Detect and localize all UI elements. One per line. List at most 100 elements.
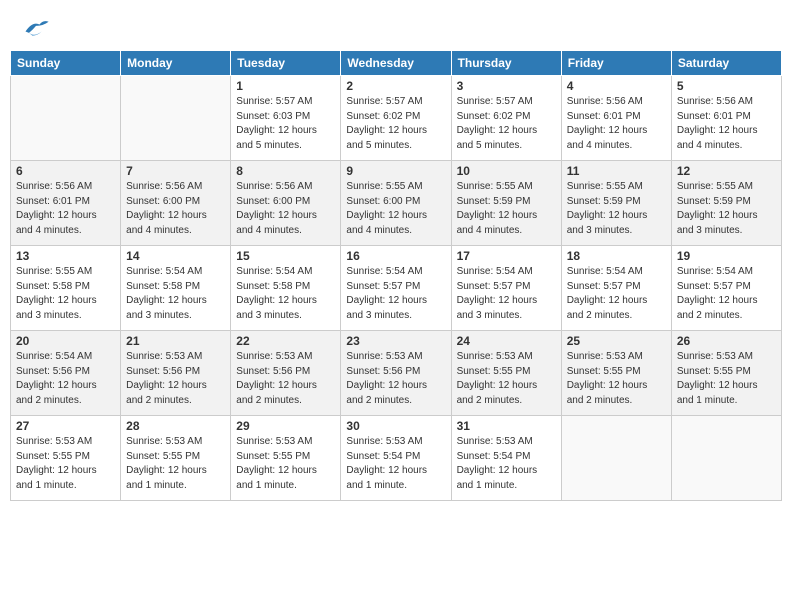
day-info: Sunrise: 5:53 AM Sunset: 5:56 PM Dayligh… [126, 350, 225, 408]
day-info: Sunrise: 5:57 AM Sunset: 6:03 PM Dayligh… [236, 95, 335, 153]
day-number: 21 [126, 334, 225, 348]
day-info: Sunrise: 5:53 AM Sunset: 5:55 PM Dayligh… [16, 435, 115, 493]
day-info: Sunrise: 5:56 AM Sunset: 6:01 PM Dayligh… [16, 180, 115, 238]
day-info: Sunrise: 5:57 AM Sunset: 6:02 PM Dayligh… [346, 95, 445, 153]
day-number: 14 [126, 249, 225, 263]
calendar-day-cell: 14 Sunrise: 5:54 AM Sunset: 5:58 PM Dayli… [121, 246, 231, 331]
calendar-day-cell [121, 76, 231, 161]
calendar-day-cell: 3 Sunrise: 5:57 AM Sunset: 6:02 PM Daylig… [451, 76, 561, 161]
day-number: 2 [346, 79, 445, 93]
day-number: 7 [126, 164, 225, 178]
day-info: Sunrise: 5:53 AM Sunset: 5:55 PM Dayligh… [457, 350, 556, 408]
day-info: Sunrise: 5:55 AM Sunset: 5:59 PM Dayligh… [567, 180, 666, 238]
day-number: 29 [236, 419, 335, 433]
calendar-day-cell: 19 Sunrise: 5:54 AM Sunset: 5:57 PM Dayli… [671, 246, 781, 331]
calendar-week-row: 13Sunrise: 5:55 AM Sunset: 5:58 PM Dayli… [11, 246, 782, 331]
calendar-day-cell: 5Sunrise: 5:56 AM Sunset: 6:01 PM Daylig… [671, 76, 781, 161]
day-number: 9 [346, 164, 445, 178]
day-number: 5 [677, 79, 776, 93]
calendar-header-row: SundayMondayTuesdayWednesdayThursdayFrid… [11, 51, 782, 76]
day-number: 23 [346, 334, 445, 348]
day-info: Sunrise: 5:57 AM Sunset: 6:02 PM Dayligh… [457, 95, 556, 153]
calendar-day-cell: 6 Sunrise: 5:56 AM Sunset: 6:01 PM Daylig… [11, 161, 121, 246]
day-info: Sunrise: 5:55 AM Sunset: 5:59 PM Dayligh… [677, 180, 776, 238]
day-info: Sunrise: 5:54 AM Sunset: 5:57 PM Dayligh… [346, 265, 445, 323]
calendar-day-cell: 21 Sunrise: 5:53 AM Sunset: 5:56 PM Dayli… [121, 331, 231, 416]
calendar-day-cell: 12Sunrise: 5:55 AM Sunset: 5:59 PM Dayli… [671, 161, 781, 246]
day-info: Sunrise: 5:56 AM Sunset: 6:01 PM Dayligh… [567, 95, 666, 153]
day-number: 11 [567, 164, 666, 178]
day-of-week-header: Monday [121, 51, 231, 76]
day-number: 30 [346, 419, 445, 433]
day-number: 3 [457, 79, 556, 93]
day-info: Sunrise: 5:55 AM Sunset: 5:59 PM Dayligh… [457, 180, 556, 238]
day-info: Sunrise: 5:55 AM Sunset: 6:00 PM Dayligh… [346, 180, 445, 238]
day-info: Sunrise: 5:56 AM Sunset: 6:00 PM Dayligh… [126, 180, 225, 238]
day-number: 17 [457, 249, 556, 263]
day-of-week-header: Sunday [11, 51, 121, 76]
day-number: 10 [457, 164, 556, 178]
day-number: 13 [16, 249, 115, 263]
day-number: 22 [236, 334, 335, 348]
day-number: 15 [236, 249, 335, 263]
day-of-week-header: Wednesday [341, 51, 451, 76]
calendar-day-cell: 30 Sunrise: 5:53 AM Sunset: 5:54 PM Dayli… [341, 416, 451, 501]
calendar-week-row: 6 Sunrise: 5:56 AM Sunset: 6:01 PM Daylig… [11, 161, 782, 246]
calendar-week-row: 1Sunrise: 5:57 AM Sunset: 6:03 PM Daylig… [11, 76, 782, 161]
calendar-day-cell: 29 Sunrise: 5:53 AM Sunset: 5:55 PM Dayli… [231, 416, 341, 501]
calendar-day-cell: 7 Sunrise: 5:56 AM Sunset: 6:00 PM Daylig… [121, 161, 231, 246]
calendar-day-cell: 1Sunrise: 5:57 AM Sunset: 6:03 PM Daylig… [231, 76, 341, 161]
day-info: Sunrise: 5:53 AM Sunset: 5:55 PM Dayligh… [567, 350, 666, 408]
day-info: Sunrise: 5:53 AM Sunset: 5:54 PM Dayligh… [346, 435, 445, 493]
calendar-day-cell: 22 Sunrise: 5:53 AM Sunset: 5:56 PM Dayli… [231, 331, 341, 416]
day-number: 25 [567, 334, 666, 348]
calendar-day-cell: 26Sunrise: 5:53 AM Sunset: 5:55 PM Dayli… [671, 331, 781, 416]
day-of-week-header: Saturday [671, 51, 781, 76]
day-number: 6 [16, 164, 115, 178]
calendar-day-cell: 27 Sunrise: 5:53 AM Sunset: 5:55 PM Dayli… [11, 416, 121, 501]
calendar-day-cell: 28 Sunrise: 5:53 AM Sunset: 5:55 PM Dayli… [121, 416, 231, 501]
calendar-day-cell: 2 Sunrise: 5:57 AM Sunset: 6:02 PM Daylig… [341, 76, 451, 161]
calendar-week-row: 27 Sunrise: 5:53 AM Sunset: 5:55 PM Dayli… [11, 416, 782, 501]
day-info: Sunrise: 5:56 AM Sunset: 6:00 PM Dayligh… [236, 180, 335, 238]
calendar-day-cell: 10 Sunrise: 5:55 AM Sunset: 5:59 PM Dayli… [451, 161, 561, 246]
day-number: 28 [126, 419, 225, 433]
day-info: Sunrise: 5:54 AM Sunset: 5:56 PM Dayligh… [16, 350, 115, 408]
day-info: Sunrise: 5:53 AM Sunset: 5:56 PM Dayligh… [346, 350, 445, 408]
calendar-day-cell: 18 Sunrise: 5:54 AM Sunset: 5:57 PM Dayli… [561, 246, 671, 331]
day-number: 31 [457, 419, 556, 433]
day-number: 24 [457, 334, 556, 348]
page-header [10, 10, 782, 46]
calendar-day-cell [561, 416, 671, 501]
calendar-day-cell: 15 Sunrise: 5:54 AM Sunset: 5:58 PM Dayli… [231, 246, 341, 331]
day-number: 8 [236, 164, 335, 178]
day-number: 27 [16, 419, 115, 433]
calendar-day-cell: 16 Sunrise: 5:54 AM Sunset: 5:57 PM Dayli… [341, 246, 451, 331]
day-info: Sunrise: 5:53 AM Sunset: 5:55 PM Dayligh… [126, 435, 225, 493]
day-info: Sunrise: 5:54 AM Sunset: 5:57 PM Dayligh… [567, 265, 666, 323]
calendar-week-row: 20Sunrise: 5:54 AM Sunset: 5:56 PM Dayli… [11, 331, 782, 416]
logo-bird-icon [22, 17, 50, 39]
day-number: 18 [567, 249, 666, 263]
day-info: Sunrise: 5:53 AM Sunset: 5:55 PM Dayligh… [236, 435, 335, 493]
calendar-day-cell: 9 Sunrise: 5:55 AM Sunset: 6:00 PM Daylig… [341, 161, 451, 246]
day-info: Sunrise: 5:54 AM Sunset: 5:58 PM Dayligh… [126, 265, 225, 323]
calendar-day-cell: 17 Sunrise: 5:54 AM Sunset: 5:57 PM Dayli… [451, 246, 561, 331]
day-info: Sunrise: 5:53 AM Sunset: 5:54 PM Dayligh… [457, 435, 556, 493]
day-info: Sunrise: 5:53 AM Sunset: 5:55 PM Dayligh… [677, 350, 776, 408]
day-info: Sunrise: 5:54 AM Sunset: 5:58 PM Dayligh… [236, 265, 335, 323]
day-info: Sunrise: 5:54 AM Sunset: 5:57 PM Dayligh… [677, 265, 776, 323]
day-of-week-header: Tuesday [231, 51, 341, 76]
day-number: 19 [677, 249, 776, 263]
calendar-day-cell: 31 Sunrise: 5:53 AM Sunset: 5:54 PM Dayli… [451, 416, 561, 501]
day-info: Sunrise: 5:53 AM Sunset: 5:56 PM Dayligh… [236, 350, 335, 408]
calendar-day-cell: 24 Sunrise: 5:53 AM Sunset: 5:55 PM Dayli… [451, 331, 561, 416]
calendar-day-cell [671, 416, 781, 501]
day-number: 16 [346, 249, 445, 263]
day-info: Sunrise: 5:54 AM Sunset: 5:57 PM Dayligh… [457, 265, 556, 323]
day-number: 4 [567, 79, 666, 93]
calendar-day-cell: 25 Sunrise: 5:53 AM Sunset: 5:55 PM Dayli… [561, 331, 671, 416]
calendar-day-cell [11, 76, 121, 161]
day-of-week-header: Friday [561, 51, 671, 76]
calendar-day-cell: 13Sunrise: 5:55 AM Sunset: 5:58 PM Dayli… [11, 246, 121, 331]
